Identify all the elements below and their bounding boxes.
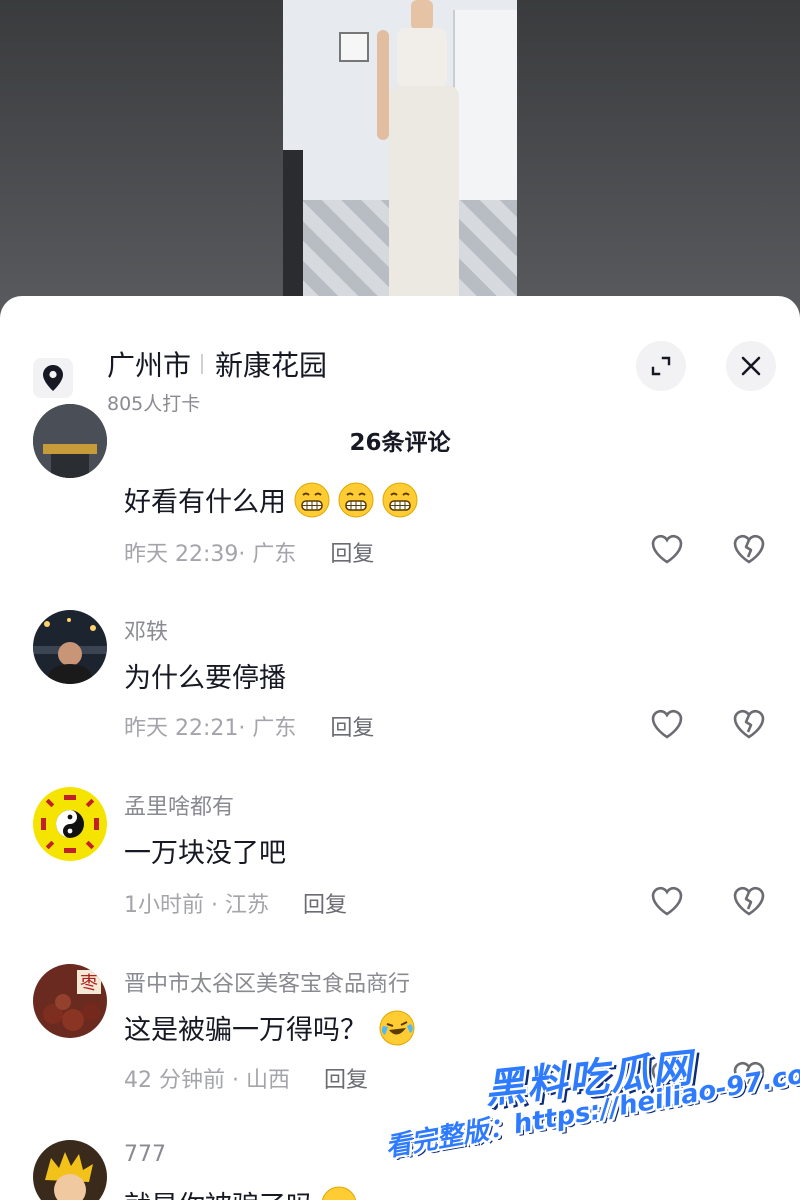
grinning-emoji-icon — [294, 482, 330, 517]
comment-text-content: 这是被骗一万得吗？ — [124, 1015, 367, 1046]
grinning-emoji-icon — [338, 482, 374, 517]
grinning-emoji-icon — [382, 482, 418, 517]
comments-count-title: 26条评论 — [349, 430, 451, 456]
comment-text: 就是你被骗了吗 — [124, 1184, 357, 1200]
avatar[interactable] — [33, 610, 107, 684]
comment-meta: 昨天 22:39· 广东 回复 — [124, 536, 374, 568]
expand-button[interactable] — [636, 341, 686, 391]
comment-text-content: 为什么要停播 — [124, 663, 286, 694]
video-background[interactable] — [0, 0, 800, 320]
comment-time: 昨天 22:21· 广东 — [124, 716, 297, 741]
comment-author[interactable]: 孟里啥都有 — [124, 789, 234, 821]
comment-item: 好看有什么用 昨天 22:39· 广东 回复 — [0, 404, 800, 586]
broken-heart-icon[interactable] — [731, 706, 767, 742]
avatar[interactable] — [33, 1140, 107, 1200]
location-pin-icon — [33, 358, 73, 398]
reply-button[interactable]: 回复 — [303, 887, 347, 919]
comment-time: 42 分钟前 · 山西 — [124, 1068, 290, 1093]
svg-text:枣: 枣 — [80, 973, 98, 994]
comment-meta: 42 分钟前 · 山西 回复 — [124, 1062, 368, 1094]
comment-author[interactable]: 晋中市太谷区美客宝食品商行 — [124, 966, 410, 998]
comment-text: 这是被骗一万得吗？ — [124, 1008, 415, 1047]
reply-button[interactable]: 回复 — [330, 536, 374, 568]
comment-text-content: 好看有什么用 — [124, 487, 286, 518]
broken-heart-icon[interactable] — [731, 883, 767, 919]
comment-text: 一万块没了吧 — [124, 831, 286, 870]
person-top — [397, 28, 447, 88]
heart-icon[interactable] — [649, 706, 685, 742]
comment-time: 1小时前 · 江苏 — [124, 893, 269, 918]
person-neck — [411, 0, 433, 30]
close-button[interactable] — [726, 341, 776, 391]
comment-item: 邓轶 为什么要停播 昨天 22:21· 广东 回复 — [0, 608, 800, 768]
comment-text: 好看有什么用 — [124, 480, 418, 519]
video-fan — [339, 32, 369, 62]
comment-item: 孟里啥都有 一万块没了吧 1小时前 · 江苏 回复 — [0, 785, 800, 945]
laughing-crying-emoji-icon — [379, 1010, 415, 1045]
heart-icon[interactable] — [649, 883, 685, 919]
person-arm — [377, 30, 389, 140]
comment-text-content: 一万块没了吧 — [124, 838, 286, 869]
reply-button[interactable]: 回复 — [324, 1062, 368, 1094]
reply-button[interactable]: 回复 — [330, 710, 374, 742]
location-header[interactable]: 广州市 新康花园 805人打卡 — [0, 316, 800, 415]
video-frame — [283, 0, 517, 300]
location-place: 新康花园 — [215, 349, 328, 382]
comment-text: 为什么要停播 — [124, 656, 286, 695]
heart-icon[interactable] — [649, 531, 685, 567]
broken-heart-icon[interactable] — [731, 531, 767, 567]
comment-author[interactable]: 邓轶 — [124, 614, 168, 646]
comment-meta: 1小时前 · 江苏 回复 — [124, 887, 347, 919]
avatar[interactable] — [33, 404, 107, 478]
comment-meta: 昨天 22:21· 广东 回复 — [124, 710, 374, 742]
emoji-icon — [321, 1186, 357, 1200]
video-person — [377, 0, 463, 300]
expand-icon — [651, 356, 671, 376]
location-checkins: 805人打卡 — [107, 393, 201, 415]
location-title[interactable]: 广州市 新康花园 — [107, 344, 327, 384]
comment-author[interactable]: 777 — [124, 1142, 166, 1167]
avatar[interactable]: 枣 — [33, 964, 107, 1038]
avatar[interactable] — [33, 787, 107, 861]
video-sofa — [283, 150, 303, 300]
comment-text-content: 就是你被骗了吗 — [124, 1184, 313, 1200]
close-icon — [741, 356, 761, 376]
location-divider — [201, 354, 204, 374]
comment-time: 昨天 22:39· 广东 — [124, 542, 297, 567]
person-pants — [389, 86, 459, 300]
location-city: 广州市 — [107, 349, 192, 382]
